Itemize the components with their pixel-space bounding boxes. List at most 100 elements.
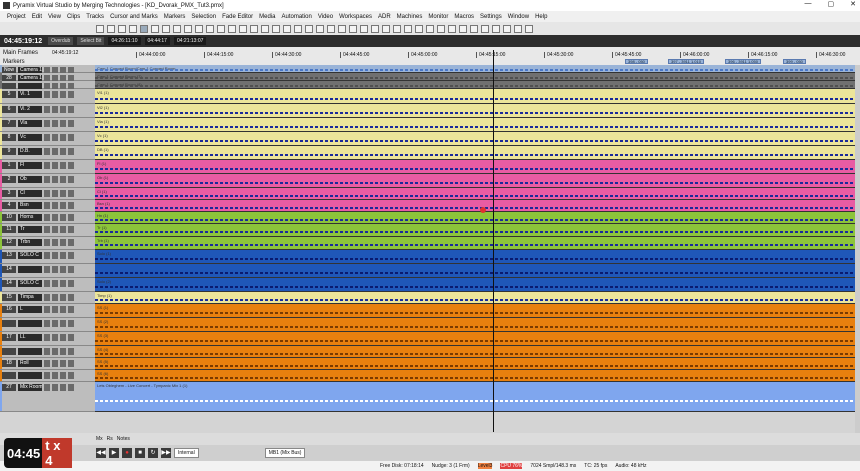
mute-button[interactable] — [44, 148, 50, 155]
maximize-button[interactable]: ▢ — [828, 0, 835, 8]
automation-button[interactable] — [68, 280, 74, 287]
automation-button[interactable] — [68, 214, 74, 221]
track-lane[interactable]: Vl1 (1) — [95, 89, 855, 104]
solo-button[interactable] — [52, 294, 58, 301]
solo-button[interactable] — [52, 320, 58, 327]
toolbar-button[interactable] — [129, 24, 137, 33]
track-name[interactable] — [18, 320, 42, 327]
track-lane[interactable]: SS (6) — [95, 370, 855, 382]
track-name[interactable]: Roll — [18, 360, 42, 367]
toolbar-button[interactable] — [360, 24, 368, 33]
track-name[interactable]: SOLO C — [18, 280, 42, 287]
menu-macros[interactable]: Macros — [451, 14, 477, 20]
solo-button[interactable] — [52, 384, 58, 391]
track-name[interactable]: Trbn — [18, 239, 42, 246]
automation-button[interactable] — [68, 320, 74, 327]
automation-button[interactable] — [68, 384, 74, 391]
solo-button[interactable] — [52, 214, 58, 221]
toolbar-button[interactable] — [514, 24, 522, 33]
mute-button[interactable] — [44, 348, 50, 355]
menu-adr[interactable]: ADR — [375, 14, 394, 20]
track-name[interactable] — [18, 266, 42, 273]
record-arm-button[interactable] — [60, 176, 66, 183]
track-header[interactable] — [0, 346, 95, 358]
solo-button[interactable] — [52, 91, 58, 98]
track-name[interactable] — [18, 372, 42, 379]
record-arm-button[interactable] — [60, 320, 66, 327]
track-lane[interactable]: Vc (1) — [95, 132, 855, 146]
track-lane[interactable]: Vl2 (1) — [95, 104, 855, 118]
out-point[interactable]: 04:44:17 — [144, 37, 170, 45]
menu-settings[interactable]: Settings — [477, 14, 505, 20]
record-arm-button[interactable] — [60, 202, 66, 209]
mute-button[interactable] — [44, 372, 50, 379]
track-header[interactable]: 10 Horns — [0, 212, 95, 224]
vertical-scrollbar[interactable] — [855, 65, 860, 433]
mute-button[interactable] — [44, 162, 50, 169]
track-header[interactable]: 28Camera 1b — [0, 73, 95, 82]
toolbar-button[interactable] — [305, 24, 313, 33]
track-header[interactable] — [0, 81, 95, 90]
toolbar-button[interactable] — [96, 24, 104, 33]
toolbar-button[interactable] — [437, 24, 445, 33]
automation-button[interactable] — [68, 202, 74, 209]
track-header[interactable]: 17 LL — [0, 332, 95, 346]
automation-button[interactable] — [68, 226, 74, 233]
track-header[interactable]: 7 Vla — [0, 118, 95, 132]
toolbar-button[interactable] — [151, 24, 159, 33]
track-lane[interactable]: Timp (1) — [95, 292, 855, 304]
menu-tracks[interactable]: Tracks — [83, 14, 107, 20]
track-lane[interactable] — [95, 264, 855, 278]
solo-button[interactable] — [52, 306, 58, 313]
solo-button[interactable] — [52, 239, 58, 246]
track-lane[interactable]: SS (3) — [95, 332, 855, 346]
toolbar-button[interactable] — [294, 24, 302, 33]
track-header[interactable]: 4 Bsn — [0, 200, 95, 212]
solo-button[interactable] — [52, 176, 58, 183]
marker-flag[interactable]: 399 - 050 — [783, 59, 806, 64]
solo-button[interactable] — [52, 202, 58, 209]
toolbar-button[interactable] — [426, 24, 434, 33]
toolbar-button[interactable] — [195, 24, 203, 33]
track-name[interactable]: Tr — [18, 226, 42, 233]
track-header[interactable]: 15 Timpa — [0, 292, 95, 304]
track-header[interactable]: 5 Vi. 1 — [0, 89, 95, 104]
record-arm-button[interactable] — [60, 148, 66, 155]
automation-button[interactable] — [68, 252, 74, 259]
mute-button[interactable] — [44, 266, 50, 273]
track-name[interactable]: Ob — [18, 176, 42, 183]
track-name[interactable]: SOLO C — [18, 252, 42, 259]
rewind-button[interactable]: ◀◀ — [96, 448, 106, 458]
mute-button[interactable] — [44, 176, 50, 183]
solo-button[interactable] — [52, 372, 58, 379]
record-arm-button[interactable] — [60, 384, 66, 391]
automation-button[interactable] — [68, 372, 74, 379]
tab-notes[interactable]: Notes — [117, 436, 130, 442]
timeline-ruler[interactable]: Main Frames 04:45:19:12 Markers 04:44:00… — [0, 47, 860, 65]
track-name[interactable]: LL — [18, 334, 42, 341]
track-header[interactable]: 27 Mix Room — [0, 382, 95, 412]
track-header[interactable]: 18 Roll — [0, 358, 95, 370]
record-arm-button[interactable] — [60, 360, 66, 367]
record-button[interactable]: ● — [122, 448, 132, 458]
solo-button[interactable] — [52, 360, 58, 367]
toolbar-button[interactable] — [228, 24, 236, 33]
mute-button[interactable] — [44, 294, 50, 301]
toolbar-button[interactable] — [404, 24, 412, 33]
solo-button[interactable] — [52, 120, 58, 127]
record-arm-button[interactable] — [60, 226, 66, 233]
play-button[interactable]: ▶ — [109, 448, 119, 458]
mute-button[interactable] — [44, 239, 50, 246]
automation-button[interactable] — [68, 120, 74, 127]
menu-help[interactable]: Help — [532, 14, 550, 20]
track-name[interactable]: Horns — [18, 214, 42, 221]
toolbar-button[interactable] — [349, 24, 357, 33]
track-lane[interactable]: Tr (1) — [95, 224, 855, 237]
solo-button[interactable] — [52, 252, 58, 259]
sync-select[interactable]: Internal — [174, 448, 199, 458]
marker-flag[interactable]: 398 - 050 — [625, 59, 648, 64]
track-lane[interactable]: Cam 1 Concert Room (8) — [95, 81, 855, 89]
track-header[interactable]: 2 Ob — [0, 174, 95, 188]
toolbar-button[interactable] — [525, 24, 533, 33]
mute-button[interactable] — [44, 214, 50, 221]
